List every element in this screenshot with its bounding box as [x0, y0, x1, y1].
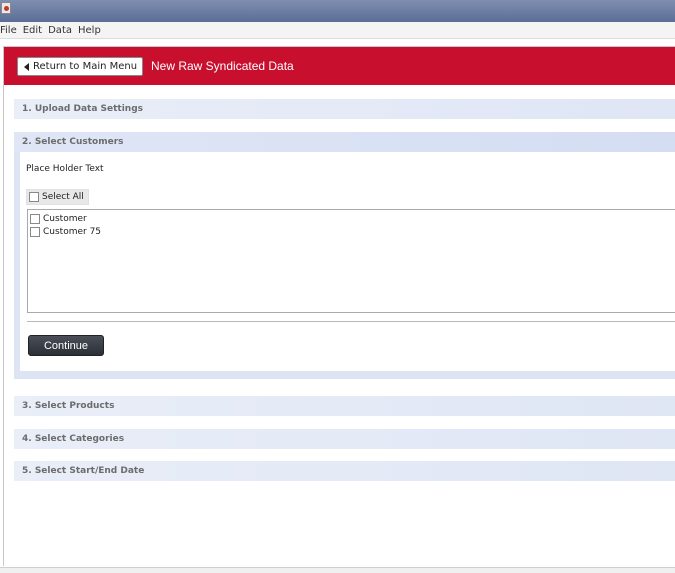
list-item-customer-75[interactable]: Customer 75: [30, 226, 101, 238]
wizard-content: 1. Upload Data Settings 2. Select Custom…: [4, 85, 675, 566]
left-triangle-icon: [24, 62, 29, 71]
app-icon: [1, 2, 11, 14]
window-title-bar: [0, 0, 675, 22]
status-bar: [0, 567, 675, 573]
section-upload-data-settings[interactable]: 1. Upload Data Settings: [14, 99, 675, 119]
menu-bar: File Edit Data Help: [0, 22, 675, 39]
page-title: New Raw Syndicated Data: [151, 59, 294, 73]
section-select-categories[interactable]: 4. Select Categories: [14, 429, 675, 449]
menu-data[interactable]: Data: [48, 25, 72, 36]
checkbox-icon: [30, 214, 40, 224]
continue-button[interactable]: Continue: [28, 335, 104, 356]
section-select-customers[interactable]: 2. Select Customers: [14, 132, 675, 152]
section-select-products[interactable]: 3. Select Products: [14, 396, 675, 416]
checkbox-icon: [29, 192, 39, 202]
divider: [27, 321, 675, 322]
menu-file[interactable]: File: [0, 25, 17, 36]
placeholder-text: Place Holder Text: [26, 164, 104, 174]
select-all-checkbox[interactable]: Select All: [26, 189, 89, 205]
main-frame: Return to Main Menu New Raw Syndicated D…: [3, 46, 675, 566]
select-all-label: Select All: [42, 192, 84, 202]
checkbox-icon: [30, 227, 40, 237]
customer-list[interactable]: Customer Customer 75: [27, 209, 675, 313]
list-item-customer[interactable]: Customer: [30, 213, 87, 225]
return-button-label: Return to Main Menu: [33, 61, 138, 72]
return-to-main-menu-button[interactable]: Return to Main Menu: [17, 57, 144, 76]
list-item-label: Customer: [43, 214, 87, 224]
menu-edit[interactable]: Edit: [23, 25, 42, 36]
header-bar: Return to Main Menu New Raw Syndicated D…: [4, 47, 675, 85]
list-item-label: Customer 75: [43, 227, 102, 237]
select-customers-panel-body: Place Holder Text Select All Customer Cu…: [20, 152, 675, 371]
section-select-start-end-date[interactable]: 5. Select Start/End Date: [14, 461, 675, 481]
select-customers-panel: Place Holder Text Select All Customer Cu…: [14, 152, 675, 379]
menu-help[interactable]: Help: [78, 25, 101, 36]
